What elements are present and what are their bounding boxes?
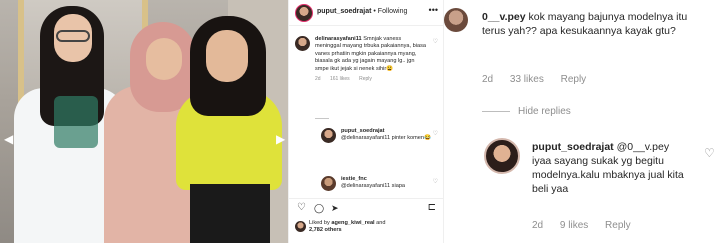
replier-avatar[interactable]	[484, 138, 520, 174]
reply-username[interactable]: iestie_fnc	[341, 176, 367, 182]
more-options-icon[interactable]: •••	[429, 5, 438, 15]
prev-photo-arrow-icon[interactable]: ◀	[4, 133, 14, 145]
comment-meta: 2d 161 likes Reply	[315, 76, 372, 83]
comment-body: delinarasyafani11 Smnjak vaness meningga…	[315, 36, 427, 83]
reply-mention[interactable]: @0__v.pey	[617, 141, 670, 153]
replier-avatar[interactable]	[321, 128, 336, 143]
comment-username[interactable]: 0__v.pey	[482, 11, 526, 23]
person-right-face	[206, 30, 248, 82]
reply-like-heart-icon[interactable]: ♡	[433, 130, 438, 137]
reply-item: puput_soedrajat @delinarasyafani11 pinte…	[321, 128, 440, 154]
following-label[interactable]: • Following	[373, 8, 407, 15]
reply-like-heart-icon[interactable]: ♡	[704, 146, 715, 160]
comment-item: delinarasyafani11 Smnjak vaness meningga…	[295, 36, 440, 106]
comment-body: 0__v.pey kok mayang bajunya modelnya itu…	[482, 10, 712, 38]
reply-body: puput_soedrajat @0__v.pey iyaa sayang su…	[532, 140, 702, 196]
post-header: puput_soedrajat • Following •••	[289, 0, 444, 26]
comment-username[interactable]: delinarasyafani11	[315, 36, 362, 42]
commenter-avatar[interactable]	[444, 8, 468, 32]
reply-text: iyaa sayang sukak yg begitu modelnya.kal…	[532, 155, 684, 195]
instagram-comments-panel: puput_soedrajat • Following ••• delinara…	[288, 0, 444, 243]
zoomed-comments: 0__v.pey kok mayang bajunya modelnya itu…	[443, 0, 720, 243]
reply-item: iestie_fnc @delinarasyafani11 siapa ♡	[321, 176, 440, 196]
reply-body: iestie_fnc @delinarasyafani11 siapa	[341, 176, 431, 191]
reply-meta: 2d 9 likes Reply	[532, 220, 631, 231]
post-action-bar: ♡ ◯ ➤ ⊏	[289, 198, 444, 216]
person-left-glasses	[56, 30, 90, 42]
separator-line	[315, 118, 329, 120]
comment-meta: 2d 33 likes Reply	[482, 74, 587, 85]
save-bookmark-icon[interactable]: ⊏	[428, 202, 436, 214]
comment-bubble-icon[interactable]: ◯	[314, 202, 324, 214]
comment-like-heart-icon[interactable]: ♡	[433, 38, 438, 45]
author-username[interactable]: puput_soedrajat • Following	[317, 8, 407, 15]
person-right-legs	[190, 184, 270, 243]
reply-text: @delinarasyafani11 pinter komen😂	[341, 135, 431, 142]
post-photo: ◀ ▶	[0, 0, 288, 243]
share-send-icon[interactable]: ➤	[331, 202, 339, 214]
replier-avatar[interactable]	[321, 176, 336, 191]
hide-replies-button[interactable]: Hide replies	[482, 106, 571, 117]
reply-username[interactable]: puput_soedrajat	[341, 128, 385, 134]
next-photo-arrow-icon[interactable]: ▶	[276, 133, 286, 145]
person-left-top-blurred	[54, 96, 98, 148]
reply-username[interactable]: puput_soedrajat	[532, 141, 614, 153]
liker-avatar[interactable]	[295, 221, 306, 232]
reply-text: @delinarasyafani11 siapa	[341, 183, 406, 190]
replies-toggle[interactable]	[315, 110, 460, 120]
commenter-avatar[interactable]	[295, 36, 310, 51]
author-avatar[interactable]	[295, 4, 313, 22]
liked-by-others[interactable]: 2,782 others	[309, 227, 342, 233]
like-heart-icon[interactable]: ♡	[297, 202, 306, 214]
liked-by-text: Liked by ageng_kiwi_real and 2,782 other…	[309, 220, 386, 233]
reply-like-heart-icon[interactable]: ♡	[433, 178, 438, 185]
person-middle-face	[146, 38, 182, 80]
reply-body: puput_soedrajat @delinarasyafani11 pinte…	[341, 128, 431, 143]
separator-line	[482, 110, 510, 112]
